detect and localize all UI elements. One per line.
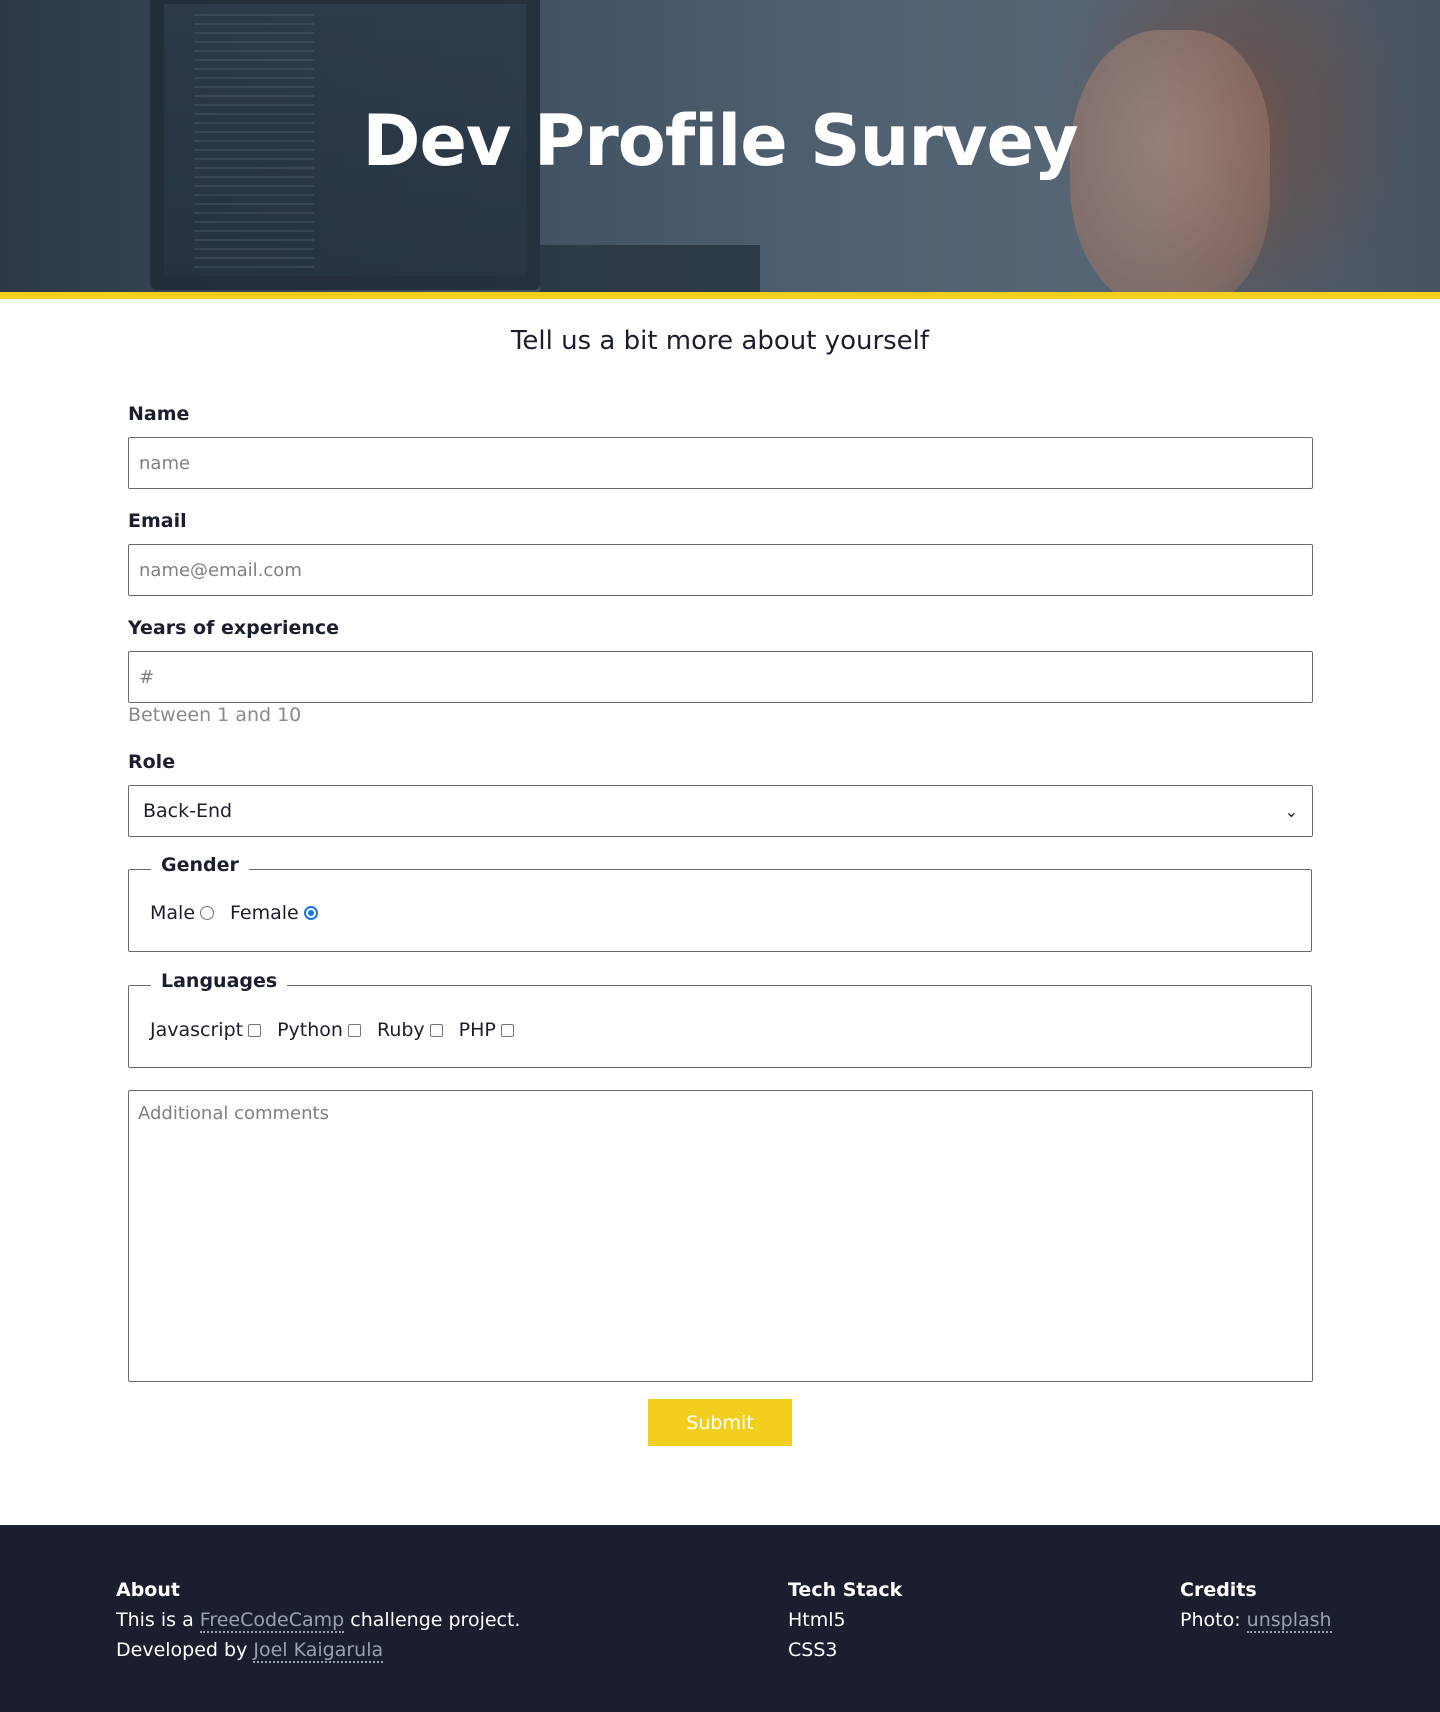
female-radio[interactable]: [303, 906, 318, 920]
language-option-ruby[interactable]: Ruby: [377, 1019, 443, 1041]
ruby-checkbox[interactable]: [429, 1023, 443, 1037]
footer-credits: Credits Photo: unsplash: [1180, 1575, 1332, 1635]
footer-about-heading: About: [116, 1579, 180, 1601]
gender-fieldset: Gender Male Female: [128, 854, 1312, 952]
author-link[interactable]: Joel Kaigarula: [253, 1639, 384, 1663]
footer-about: About This is a FreeCodeCamp challenge p…: [116, 1575, 520, 1665]
language-option-python[interactable]: Python: [277, 1019, 361, 1041]
page-title: Dev Profile Survey: [362, 100, 1078, 182]
gender-option-female[interactable]: Female: [230, 902, 318, 924]
accent-bar: [0, 292, 1440, 299]
javascript-checkbox[interactable]: [248, 1023, 262, 1037]
languages-fieldset: Languages Javascript Python Ruby PHP: [128, 970, 1312, 1068]
gender-option-male[interactable]: Male: [150, 902, 215, 924]
submit-button[interactable]: Submit: [648, 1399, 792, 1446]
role-label: Role: [128, 751, 176, 773]
hero-banner: Dev Profile Survey: [0, 0, 1440, 292]
role-select[interactable]: Back-End ⌄: [128, 785, 1313, 837]
role-selected-value: Back-End: [143, 800, 233, 822]
unsplash-link[interactable]: unsplash: [1246, 1609, 1332, 1633]
gender-legend: Gender: [151, 854, 249, 876]
footer-tech-stack: Tech Stack Html5 CSS3: [788, 1575, 902, 1665]
male-radio[interactable]: [200, 906, 215, 920]
form-subtitle: Tell us a bit more about yourself: [510, 326, 930, 356]
experience-input[interactable]: [128, 651, 1313, 703]
tech-item: Html5: [788, 1609, 846, 1631]
chevron-down-icon: ⌄: [1284, 801, 1298, 821]
languages-legend: Languages: [151, 970, 288, 992]
footer-credits-heading: Credits: [1180, 1579, 1257, 1601]
name-input[interactable]: [128, 437, 1313, 489]
gender-options: Male Female: [150, 902, 334, 924]
language-option-javascript[interactable]: Javascript: [150, 1019, 262, 1041]
python-checkbox[interactable]: [347, 1023, 361, 1037]
footer-tech-heading: Tech Stack: [788, 1579, 903, 1601]
freecodecamp-link[interactable]: FreeCodeCamp: [199, 1609, 345, 1633]
experience-label: Years of experience: [128, 617, 340, 639]
language-options: Javascript Python Ruby PHP: [150, 1019, 530, 1041]
footer: About This is a FreeCodeCamp challenge p…: [0, 1525, 1440, 1712]
email-label: Email: [128, 510, 187, 532]
comments-textarea[interactable]: [128, 1090, 1313, 1382]
experience-hint: Between 1 and 10: [128, 704, 302, 726]
name-label: Name: [128, 403, 190, 425]
email-input[interactable]: [128, 544, 1313, 596]
language-option-php[interactable]: PHP: [459, 1019, 514, 1041]
php-checkbox[interactable]: [500, 1023, 514, 1037]
tech-item: CSS3: [788, 1639, 838, 1661]
